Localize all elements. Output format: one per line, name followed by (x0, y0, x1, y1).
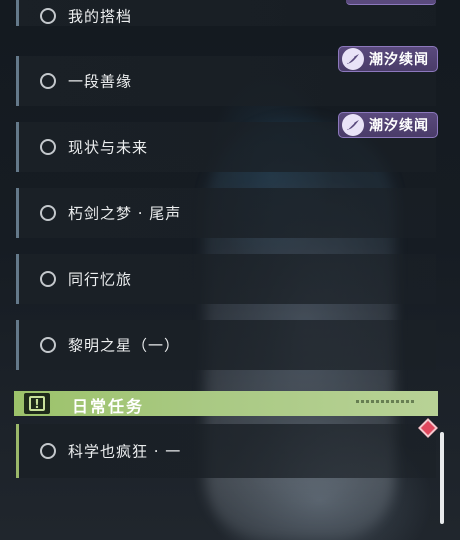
tide-feather-icon (342, 48, 364, 70)
row-accent-bar (16, 56, 19, 106)
quest-row-star-of-dawn[interactable]: 黎明之星（一） (16, 320, 436, 370)
quest-title: 科学也疯狂 · 一 (68, 442, 182, 461)
quest-title: 现状与未来 (68, 138, 149, 157)
quest-status-ring-icon (40, 73, 56, 89)
row-accent-bar (16, 0, 19, 26)
tag-label: 潮汐续闻 (369, 52, 429, 68)
quest-status-ring-icon (40, 271, 56, 287)
tide-tag-badge: 潮汐续闻 (338, 112, 438, 138)
tide-feather-icon (342, 114, 364, 136)
quest-status-ring-icon (40, 205, 56, 221)
row-accent-bar (16, 188, 19, 238)
row-accent-bar (16, 424, 19, 478)
quest-status-ring-icon (40, 337, 56, 353)
header-decoration (356, 400, 416, 403)
quest-title: 我的搭档 (68, 7, 133, 26)
quest-status-ring-icon (40, 139, 56, 155)
tide-tag-badge: 潮汐续闻 (338, 46, 438, 72)
quest-status-ring-icon (40, 443, 56, 459)
quest-title: 一段善缘 (68, 72, 133, 91)
quest-row-science-is-crazy[interactable]: 科学也疯狂 · 一 (16, 424, 436, 478)
row-accent-bar (16, 320, 19, 370)
quest-title: 同行忆旅 (68, 270, 133, 289)
quest-title: 朽剑之梦 · 尾声 (68, 204, 182, 223)
tag-label: 潮汐续闻 (369, 118, 429, 134)
section-title: 日常任务 (72, 397, 145, 416)
exclamation-icon: ! (24, 393, 50, 414)
row-accent-bar (16, 254, 19, 304)
quest-row-traveling-memories[interactable]: 同行忆旅 (16, 254, 436, 304)
quest-status-ring-icon (40, 8, 56, 24)
row-accent-bar (16, 122, 19, 172)
quest-row-rotten-sword-epilogue[interactable]: 朽剑之梦 · 尾声 (16, 188, 436, 238)
quest-title: 黎明之星（一） (68, 336, 181, 355)
scrollbar-thumb[interactable] (440, 432, 444, 524)
daily-quests-section-header[interactable]: ! 日常任务 (14, 391, 438, 416)
tag-badge-partial (346, 0, 436, 5)
